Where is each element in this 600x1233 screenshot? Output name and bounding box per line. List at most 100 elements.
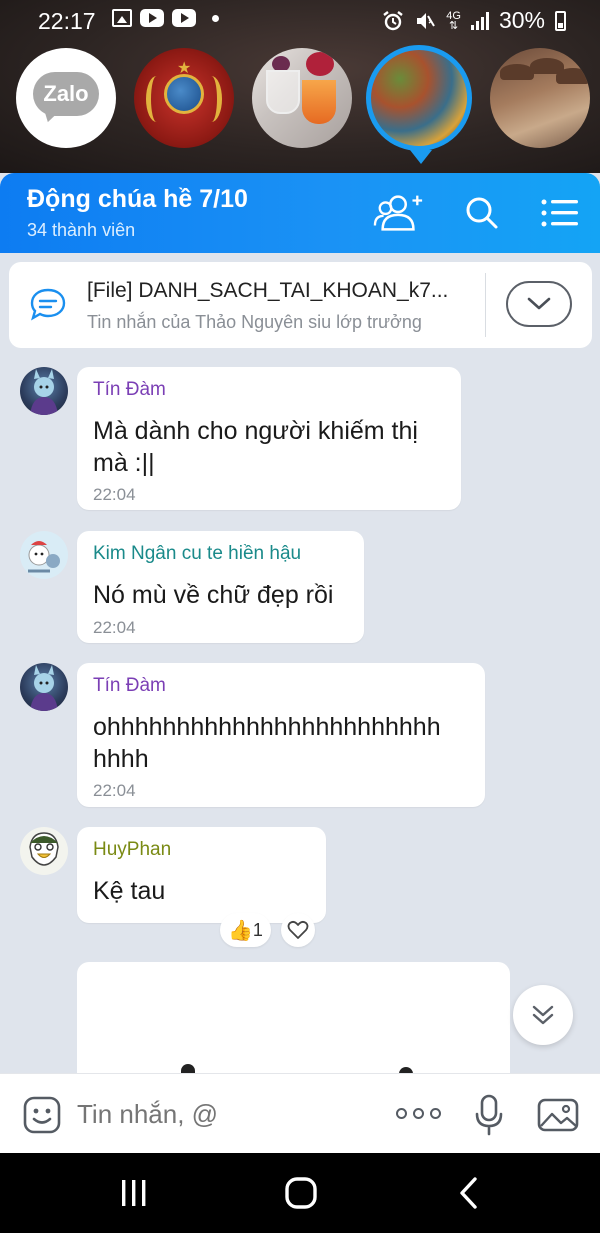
message-reactions: 👍 1 [220,913,315,947]
network-label: 4G [446,9,461,22]
chevron-down-icon [527,297,551,310]
chat-header: Động chúa hề 7/10 34 thành viên [0,173,600,253]
back-icon [460,1177,477,1209]
alarm-icon [383,10,403,30]
chat-heads-area: 22:17 4G ⇅ 30% Zalo ★ [0,0,600,173]
image-icon [112,9,132,27]
message-bubble[interactable]: Tín Đàm ohhhhhhhhhhhhhhhhhhhhhhhh hhhh 2… [77,663,485,807]
like-reaction[interactable]: 👍 1 [220,913,271,947]
chat-head-group-photo[interactable] [490,48,590,148]
home-icon [285,1177,317,1209]
berry-decoration [306,52,334,76]
more-options-button[interactable] [396,1108,441,1119]
message-bubble[interactable]: HuyPhan Kệ tau [77,827,326,923]
more-dot [396,1108,407,1119]
battery-percent: 30% [498,7,545,33]
expand-pinned-button[interactable] [506,281,572,327]
back-button[interactable] [439,1173,499,1213]
heart-icon [287,920,309,939]
chat-head-current[interactable] [366,45,472,151]
heart-reaction-button[interactable] [280,913,315,947]
star-icon: ★ [177,60,192,77]
emoji-icon [23,1096,61,1134]
signal-bar [480,16,484,30]
pinned-divider [485,273,486,337]
status-bar: 22:17 4G ⇅ 30% [0,0,600,42]
chat-heads: Zalo ★ [0,45,600,168]
sender-name[interactable]: HuyPhan [93,839,171,861]
group-title[interactable]: Động chúa hề 7/10 [27,185,248,214]
sender-name[interactable]: Tín Đàm [93,675,166,697]
message-time: 22:04 [93,618,136,637]
emoji-button[interactable] [22,1095,62,1140]
recent-apps-icon [122,1180,146,1206]
message-input-bar [0,1073,600,1154]
glass-image [302,80,336,124]
voice-message-button[interactable] [474,1094,504,1141]
sender-name[interactable]: Tín Đàm [93,379,166,401]
double-chevron-down-icon [532,1005,554,1025]
message-time: 22:04 [93,781,136,800]
globe-icon [164,74,204,114]
message-line: mà :|| [93,449,155,477]
like-count: 1 [252,919,263,940]
avatar[interactable] [20,531,68,579]
message-line: Mà dành cho người khiếm thị [93,417,418,445]
battery-charging-icon [555,10,566,31]
microphone-icon [475,1094,503,1136]
search-button[interactable] [456,191,508,235]
zalo-logo[interactable]: Zalo [16,48,116,148]
glass-image [266,70,300,114]
chat-head-drinks[interactable] [252,48,352,148]
zalo-wordmark: Zalo [33,72,99,116]
search-icon [466,197,498,229]
thumbs-up-icon: 👍 [228,919,253,942]
youtube-icon [172,9,196,27]
network-type: 4G ⇅ [446,9,461,32]
gallery-button[interactable] [537,1096,579,1139]
home-button[interactable] [271,1173,331,1213]
chat-head-ussr-emblem[interactable]: ★ [134,48,234,148]
signal-icon [470,11,489,30]
message-bubble[interactable]: Tín Đàm Mà dành cho người khiếm thị mà :… [77,367,461,510]
pinned-message[interactable]: [File] DANH_SACH_TAI_KHOAN_k7... Tin nhắ… [9,262,592,348]
list-menu-icon [541,199,578,227]
member-count[interactable]: 34 thành viên [27,220,135,241]
dot-icon [212,14,219,22]
system-icons: 4G ⇅ 30% [382,7,566,34]
message-input[interactable] [77,1096,377,1132]
avatar[interactable] [20,367,68,415]
image-gallery-icon [537,1098,579,1132]
message-line: Nó mù về chữ đẹp rồi [93,581,334,609]
notification-icons [112,9,219,27]
recent-apps-button[interactable] [104,1173,164,1213]
hat-shape [556,68,590,84]
signal-bar [475,20,479,30]
more-dot [413,1108,424,1119]
sender-name[interactable]: Kim Ngân cu te hiền hậu [93,543,301,565]
scroll-to-bottom-button[interactable] [513,985,573,1045]
avatar[interactable] [20,663,68,711]
signal-bar [485,11,489,30]
active-head-pointer [410,150,432,164]
wheat-right [201,76,222,122]
more-dot [430,1108,441,1119]
message-line: hhhh [93,745,149,773]
avatar[interactable] [20,827,68,875]
message-line: Kệ tau [93,877,166,905]
system-nav-bar [0,1153,600,1233]
add-member-button[interactable] [373,191,425,235]
add-member-icon [373,195,423,231]
message-bubble[interactable]: Kim Ngân cu te hiền hậu Nó mù về chữ đẹp… [77,531,364,643]
status-time: 22:17 [38,8,96,34]
message-time: 22:04 [93,485,136,504]
pinned-title: [File] DANH_SACH_TAI_KHOAN_k7... [87,279,449,302]
mute-icon [417,12,436,29]
hat-shape [500,64,534,80]
chat-bubble-icon [29,287,67,328]
pinned-subtitle: Tin nhắn của Thảo Nguyên siu lớp trưởng [87,312,422,332]
youtube-icon [140,9,164,27]
message-line: ohhhhhhhhhhhhhhhhhhhhhhhh [93,713,441,741]
signal-bar [470,24,474,30]
menu-button[interactable] [534,191,586,235]
